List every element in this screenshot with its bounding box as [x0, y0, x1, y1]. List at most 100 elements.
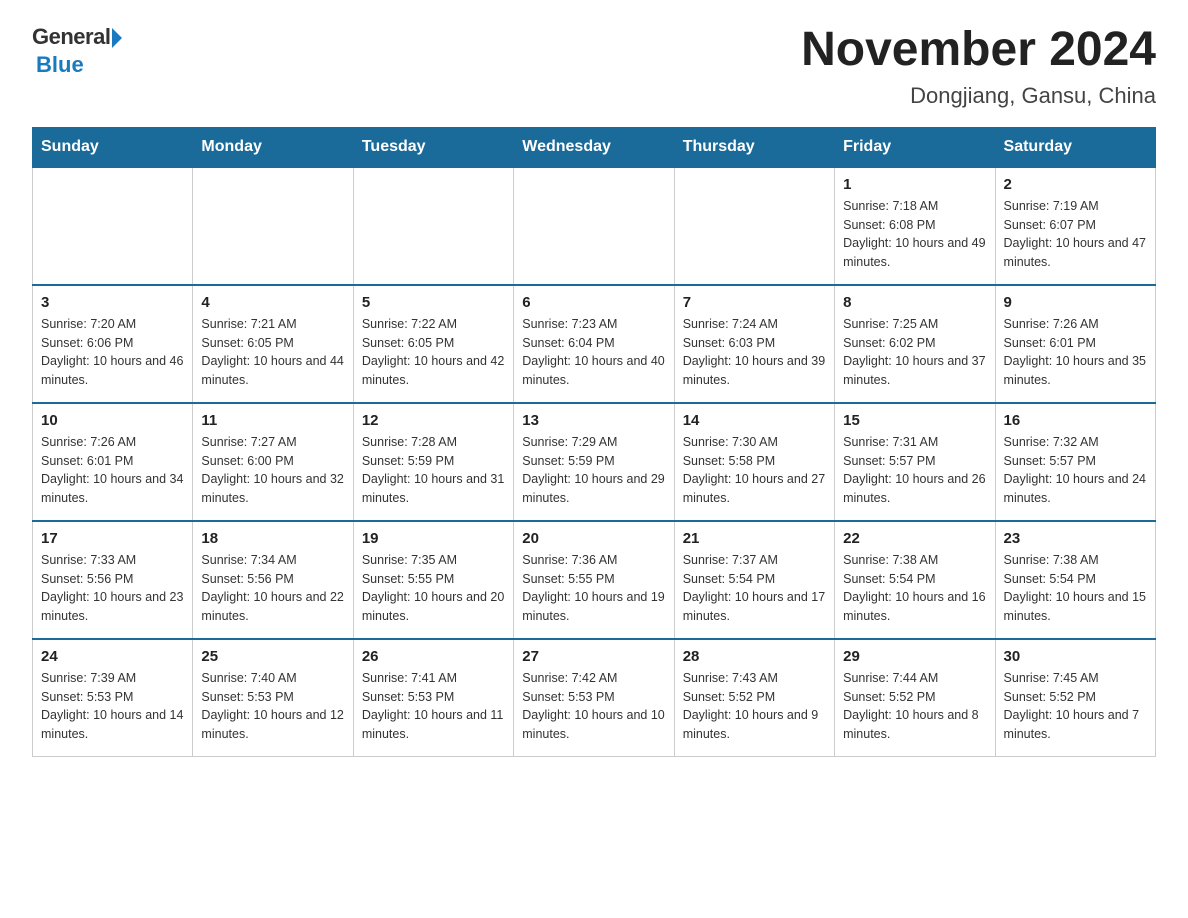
day-of-week-header: Wednesday: [514, 127, 674, 167]
day-solar-info: Sunrise: 7:44 AMSunset: 5:52 PMDaylight:…: [843, 669, 986, 744]
day-solar-info: Sunrise: 7:37 AMSunset: 5:54 PMDaylight:…: [683, 551, 826, 626]
calendar-week-row: 24 Sunrise: 7:39 AMSunset: 5:53 PMDayligh…: [33, 639, 1156, 757]
day-number: 27: [522, 648, 665, 665]
calendar-cell: 12 Sunrise: 7:28 AMSunset: 5:59 PMDayligh…: [353, 403, 513, 521]
calendar-cell: 13Sunrise: 7:29 AMSunset: 5:59 PMDayligh…: [514, 403, 674, 521]
day-of-week-header: Friday: [835, 127, 995, 167]
header: General Blue November 2024 Dongjiang, Ga…: [32, 24, 1156, 109]
calendar-cell: [193, 167, 353, 285]
day-solar-info: Sunrise: 7:45 AMSunset: 5:52 PMDaylight:…: [1004, 669, 1147, 744]
day-number: 19: [362, 530, 505, 547]
calendar-cell: 3 Sunrise: 7:20 AMSunset: 6:06 PMDaylight…: [33, 285, 193, 403]
day-number: 21: [683, 530, 826, 547]
calendar-cell: 10Sunrise: 7:26 AMSunset: 6:01 PMDayligh…: [33, 403, 193, 521]
calendar-cell: 14 Sunrise: 7:30 AMSunset: 5:58 PMDayligh…: [674, 403, 834, 521]
day-number: 25: [201, 648, 344, 665]
day-number: 16: [1004, 412, 1147, 429]
calendar-cell: 23 Sunrise: 7:38 AMSunset: 5:54 PMDayligh…: [995, 521, 1155, 639]
day-number: 26: [362, 648, 505, 665]
day-number: 7: [683, 294, 826, 311]
calendar-cell: 20 Sunrise: 7:36 AMSunset: 5:55 PMDayligh…: [514, 521, 674, 639]
day-number: 18: [201, 530, 344, 547]
day-number: 29: [843, 648, 986, 665]
calendar-cell: [33, 167, 193, 285]
day-solar-info: Sunrise: 7:38 AMSunset: 5:54 PMDaylight:…: [1004, 551, 1147, 626]
day-solar-info: Sunrise: 7:26 AMSunset: 6:01 PMDaylight:…: [41, 433, 184, 508]
calendar-cell: 11 Sunrise: 7:27 AMSunset: 6:00 PMDayligh…: [193, 403, 353, 521]
calendar-cell: 1Sunrise: 7:18 AMSunset: 6:08 PMDaylight…: [835, 167, 995, 285]
day-solar-info: Sunrise: 7:26 AMSunset: 6:01 PMDaylight:…: [1004, 315, 1147, 390]
calendar-week-row: 1Sunrise: 7:18 AMSunset: 6:08 PMDaylight…: [33, 167, 1156, 285]
day-solar-info: Sunrise: 7:28 AMSunset: 5:59 PMDaylight:…: [362, 433, 505, 508]
day-solar-info: Sunrise: 7:38 AMSunset: 5:54 PMDaylight:…: [843, 551, 986, 626]
logo-triangle-icon: [112, 28, 122, 48]
location-subtitle: Dongjiang, Gansu, China: [801, 83, 1156, 109]
day-number: 8: [843, 294, 986, 311]
day-number: 30: [1004, 648, 1147, 665]
day-of-week-header: Tuesday: [353, 127, 513, 167]
calendar-cell: 25 Sunrise: 7:40 AMSunset: 5:53 PMDayligh…: [193, 639, 353, 757]
day-solar-info: Sunrise: 7:35 AMSunset: 5:55 PMDaylight:…: [362, 551, 505, 626]
day-number: 15: [843, 412, 986, 429]
day-solar-info: Sunrise: 7:43 AMSunset: 5:52 PMDaylight:…: [683, 669, 826, 744]
day-number: 14: [683, 412, 826, 429]
day-solar-info: Sunrise: 7:25 AMSunset: 6:02 PMDaylight:…: [843, 315, 986, 390]
title-area: November 2024 Dongjiang, Gansu, China: [801, 24, 1156, 109]
day-of-week-header: Saturday: [995, 127, 1155, 167]
calendar-cell: 17Sunrise: 7:33 AMSunset: 5:56 PMDayligh…: [33, 521, 193, 639]
calendar-cell: 2Sunrise: 7:19 AMSunset: 6:07 PMDaylight…: [995, 167, 1155, 285]
calendar-cell: 21 Sunrise: 7:37 AMSunset: 5:54 PMDayligh…: [674, 521, 834, 639]
calendar-cell: 15 Sunrise: 7:31 AMSunset: 5:57 PMDayligh…: [835, 403, 995, 521]
calendar-cell: [514, 167, 674, 285]
calendar-week-row: 10Sunrise: 7:26 AMSunset: 6:01 PMDayligh…: [33, 403, 1156, 521]
calendar-header-row: SundayMondayTuesdayWednesdayThursdayFrid…: [33, 127, 1156, 167]
day-number: 3: [41, 294, 184, 311]
day-of-week-header: Sunday: [33, 127, 193, 167]
day-solar-info: Sunrise: 7:29 AMSunset: 5:59 PMDaylight:…: [522, 433, 665, 508]
calendar-cell: 5Sunrise: 7:22 AMSunset: 6:05 PMDaylight…: [353, 285, 513, 403]
calendar-cell: 19 Sunrise: 7:35 AMSunset: 5:55 PMDayligh…: [353, 521, 513, 639]
day-solar-info: Sunrise: 7:20 AMSunset: 6:06 PMDaylight:…: [41, 315, 184, 390]
calendar-cell: 27Sunrise: 7:42 AMSunset: 5:53 PMDayligh…: [514, 639, 674, 757]
logo-general-text: General: [32, 24, 110, 50]
logo-blue-text: Blue: [36, 52, 84, 78]
calendar-cell: 28 Sunrise: 7:43 AMSunset: 5:52 PMDayligh…: [674, 639, 834, 757]
calendar-cell: 7 Sunrise: 7:24 AMSunset: 6:03 PMDaylight…: [674, 285, 834, 403]
calendar-week-row: 3 Sunrise: 7:20 AMSunset: 6:06 PMDaylight…: [33, 285, 1156, 403]
day-solar-info: Sunrise: 7:40 AMSunset: 5:53 PMDaylight:…: [201, 669, 344, 744]
day-solar-info: Sunrise: 7:21 AMSunset: 6:05 PMDaylight:…: [201, 315, 344, 390]
calendar-cell: 18Sunrise: 7:34 AMSunset: 5:56 PMDayligh…: [193, 521, 353, 639]
calendar-cell: 6Sunrise: 7:23 AMSunset: 6:04 PMDaylight…: [514, 285, 674, 403]
day-of-week-header: Monday: [193, 127, 353, 167]
day-number: 5: [362, 294, 505, 311]
day-number: 23: [1004, 530, 1147, 547]
day-solar-info: Sunrise: 7:41 AMSunset: 5:53 PMDaylight:…: [362, 669, 505, 744]
day-solar-info: Sunrise: 7:32 AMSunset: 5:57 PMDaylight:…: [1004, 433, 1147, 508]
calendar-cell: 8 Sunrise: 7:25 AMSunset: 6:02 PMDaylight…: [835, 285, 995, 403]
day-number: 24: [41, 648, 184, 665]
day-solar-info: Sunrise: 7:30 AMSunset: 5:58 PMDaylight:…: [683, 433, 826, 508]
day-number: 28: [683, 648, 826, 665]
day-number: 4: [201, 294, 344, 311]
calendar-cell: 26 Sunrise: 7:41 AMSunset: 5:53 PMDayligh…: [353, 639, 513, 757]
calendar-cell: 22 Sunrise: 7:38 AMSunset: 5:54 PMDayligh…: [835, 521, 995, 639]
day-number: 20: [522, 530, 665, 547]
day-number: 11: [201, 412, 344, 429]
day-number: 12: [362, 412, 505, 429]
calendar-cell: 29 Sunrise: 7:44 AMSunset: 5:52 PMDayligh…: [835, 639, 995, 757]
day-solar-info: Sunrise: 7:23 AMSunset: 6:04 PMDaylight:…: [522, 315, 665, 390]
calendar-table: SundayMondayTuesdayWednesdayThursdayFrid…: [32, 127, 1156, 757]
day-solar-info: Sunrise: 7:27 AMSunset: 6:00 PMDaylight:…: [201, 433, 344, 508]
day-solar-info: Sunrise: 7:24 AMSunset: 6:03 PMDaylight:…: [683, 315, 826, 390]
calendar-cell: 16 Sunrise: 7:32 AMSunset: 5:57 PMDayligh…: [995, 403, 1155, 521]
calendar-week-row: 17Sunrise: 7:33 AMSunset: 5:56 PMDayligh…: [33, 521, 1156, 639]
day-solar-info: Sunrise: 7:31 AMSunset: 5:57 PMDaylight:…: [843, 433, 986, 508]
calendar-cell: 24 Sunrise: 7:39 AMSunset: 5:53 PMDayligh…: [33, 639, 193, 757]
day-solar-info: Sunrise: 7:36 AMSunset: 5:55 PMDaylight:…: [522, 551, 665, 626]
day-number: 9: [1004, 294, 1147, 311]
logo: General Blue: [32, 24, 122, 78]
day-number: 22: [843, 530, 986, 547]
day-solar-info: Sunrise: 7:18 AMSunset: 6:08 PMDaylight:…: [843, 197, 986, 272]
day-number: 17: [41, 530, 184, 547]
day-solar-info: Sunrise: 7:39 AMSunset: 5:53 PMDaylight:…: [41, 669, 184, 744]
